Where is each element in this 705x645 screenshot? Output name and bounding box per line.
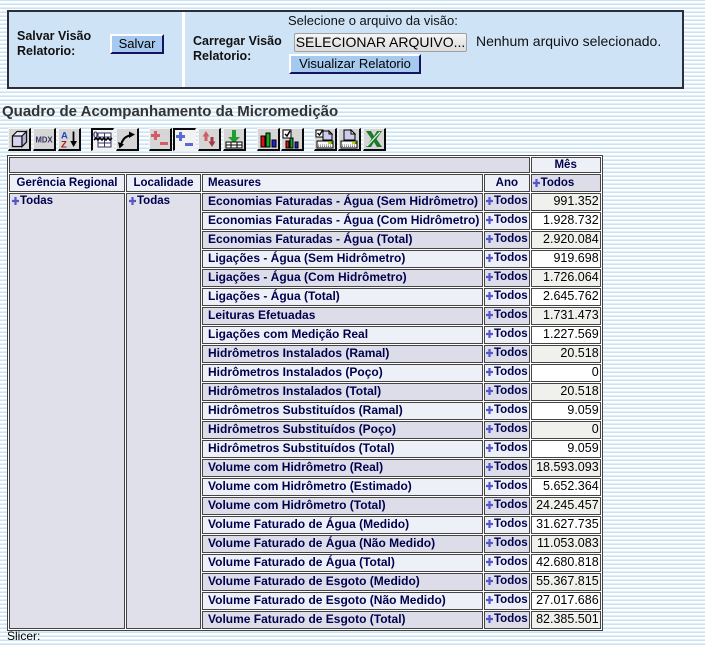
svg-text:MDX: MDX <box>36 136 54 145</box>
svg-text:Z: Z <box>61 140 67 150</box>
